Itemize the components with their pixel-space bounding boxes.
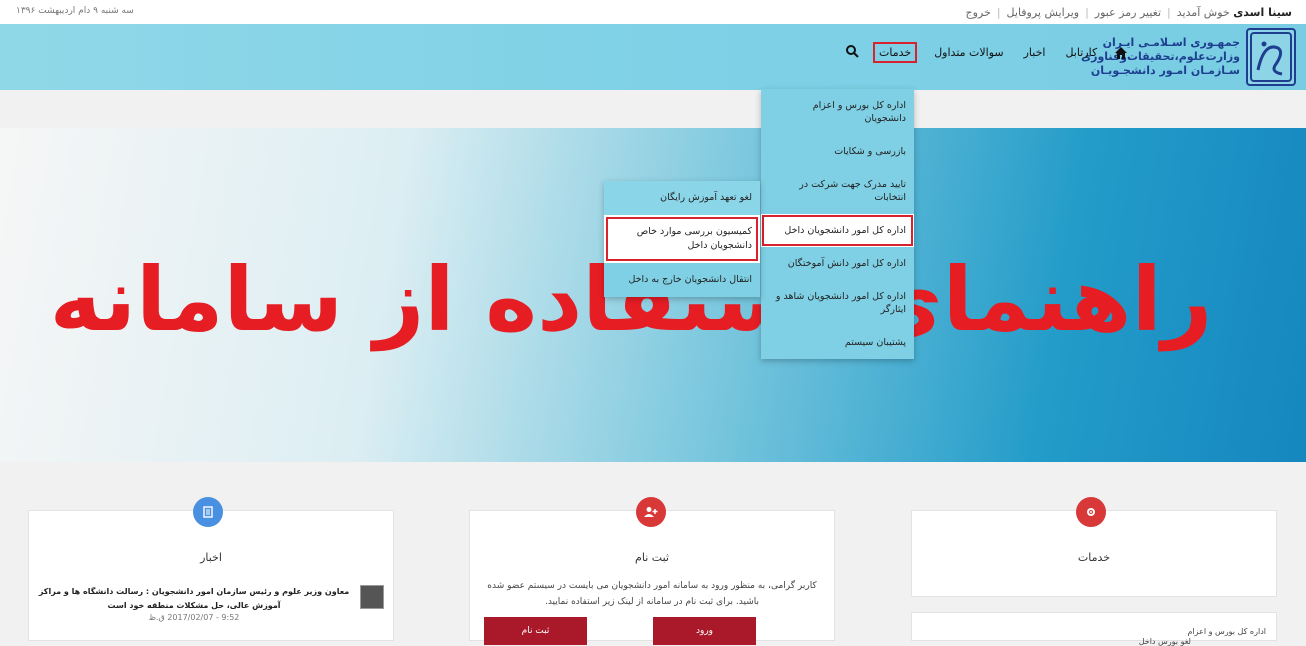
- current-date: سه شنبه ۹ دام اردیبهشت ۱۳۹۶: [16, 6, 134, 16]
- welcome-text: سینا اسدی خوش آمدید: [1177, 6, 1292, 19]
- welcome-suffix: خوش آمدید: [1176, 6, 1230, 19]
- separator: |: [996, 6, 1001, 19]
- dropdown-item-election-docs[interactable]: تایید مدرک جهت شرکت در انتخابات: [761, 168, 914, 214]
- newspaper-icon: [193, 497, 223, 527]
- gear-icon: [1076, 497, 1106, 527]
- logo-line-3: سـازمـان امـور دانشجـویـان: [1090, 64, 1240, 77]
- user-links: سینا اسدی خوش آمدید | تغییر رمز عبور | و…: [966, 6, 1292, 19]
- add-user-icon: [636, 497, 666, 527]
- logout-link[interactable]: خروج: [966, 6, 991, 19]
- dropdown-item-shahed-students[interactable]: اداره کل امور دانشجویان شاهد و ایثارگر: [761, 280, 914, 326]
- change-password-link[interactable]: تغییر رمز عبور: [1095, 6, 1161, 19]
- dropdown-item-scholarship[interactable]: اداره کل بورس و اعزام دانشجویان: [761, 89, 914, 135]
- news-thumbnail: [360, 585, 384, 609]
- main-navbar: جمهـوری اسـلامـی ایـران وزارت‌علوم،تحقیق…: [0, 24, 1306, 90]
- logo-emblem: [1246, 28, 1296, 86]
- edit-profile-link[interactable]: ویرایش پروفایل: [1007, 6, 1080, 19]
- menu-item-news[interactable]: اخبار: [1021, 43, 1049, 62]
- user-name: سینا اسدی: [1233, 6, 1292, 19]
- services-list-item[interactable]: لغو بورس داخل: [1139, 637, 1191, 646]
- submenu-item-special-cases[interactable]: کمیسیون بررسی موارد خاص دانشجویان داخل: [604, 215, 760, 263]
- dropdown-item-support[interactable]: پشتیبان سیستم: [761, 326, 914, 359]
- register-card-title: ثبت نام: [635, 551, 669, 564]
- dropdown-item-inspection[interactable]: بازرسی و شکایات: [761, 135, 914, 168]
- register-card-text: کاربر گرامی، به منظور ورود به سامانه امو…: [487, 581, 817, 607]
- submenu-item-free-education[interactable]: لغو تعهد آموزش رایگان: [604, 181, 760, 215]
- submenu-item-transfer[interactable]: انتقال دانشجویان خارج به داخل: [604, 263, 760, 297]
- logo-mark-icon: [1250, 32, 1292, 82]
- dropdown-item-graduates[interactable]: اداره کل امور دانش آموختگان: [761, 247, 914, 280]
- menu-item-cartable[interactable]: کارتابل: [1062, 43, 1100, 62]
- separator: |: [1167, 6, 1171, 19]
- top-bar: سه شنبه ۹ دام اردیبهشت ۱۳۹۶ سینا اسدی خو…: [0, 0, 1306, 24]
- news-card-title: اخبار: [200, 551, 222, 564]
- menu-item-faq[interactable]: سوالات متداول: [931, 43, 1006, 62]
- services-list-heading[interactable]: اداره کل بورس و اعزام: [1187, 627, 1266, 636]
- services-list: اداره کل بورس و اعزام لغو بورس داخل: [911, 612, 1277, 646]
- main-menu: کارتابل اخبار سوالات متداول خدمات: [845, 42, 1128, 63]
- services-card-title: خدمات: [1077, 551, 1111, 564]
- home-icon[interactable]: [1114, 46, 1128, 60]
- domestic-students-submenu: لغو تعهد آموزش رایگان کمیسیون بررسی موار…: [604, 181, 760, 297]
- news-headline[interactable]: معاون وزیر علوم و رئیس سازمان امور دانشج…: [34, 585, 354, 613]
- menu-item-services[interactable]: خدمات: [873, 42, 918, 63]
- separator: |: [1085, 6, 1089, 19]
- news-timestamp: 9:52 - 2017/02/07 ق.ظ: [148, 613, 240, 622]
- services-dropdown: اداره کل بورس و اعزام دانشجویان بازرسی و…: [761, 89, 914, 359]
- dropdown-item-domestic-students[interactable]: اداره کل امور دانشجویان داخل: [761, 214, 914, 247]
- search-icon[interactable]: [845, 44, 859, 61]
